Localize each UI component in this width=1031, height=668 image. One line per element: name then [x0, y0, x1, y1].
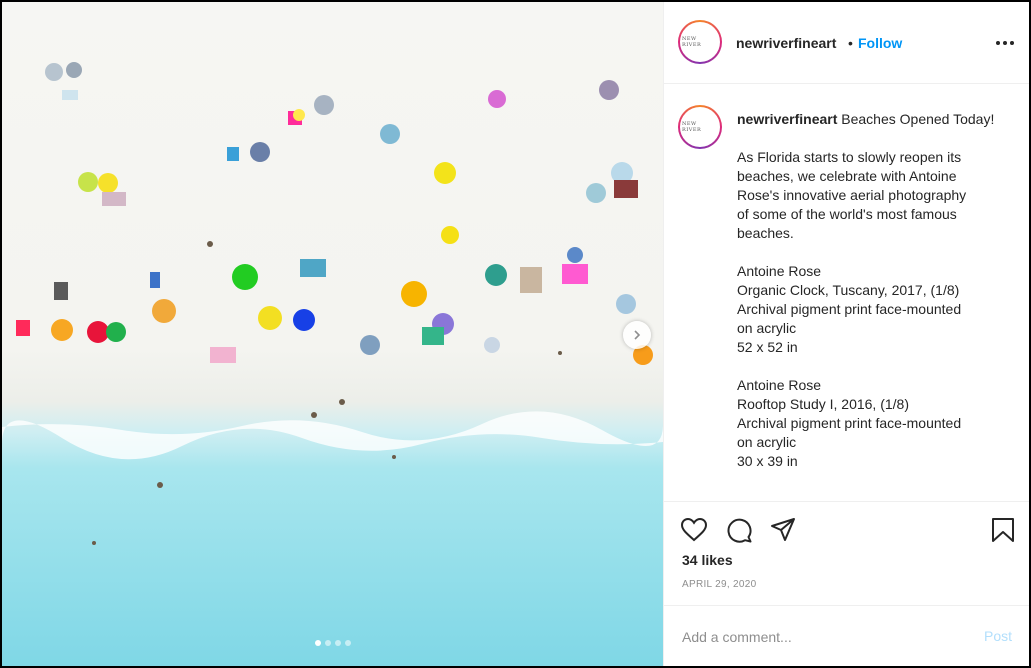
carousel-indicators	[2, 640, 663, 646]
artwork-title: Organic Clock, Tuscany, 2017, (1/8)	[737, 282, 960, 298]
post-comment-button[interactable]: Post	[984, 628, 1012, 644]
heart-icon[interactable]	[680, 516, 708, 544]
artwork-details-1: Antoine Rose Organic Clock, Tuscany, 201…	[737, 262, 999, 357]
post-date[interactable]: APRIL 29, 2020	[682, 579, 756, 590]
avatar-logo-text: NEW RIVER	[682, 36, 702, 48]
carousel-dot	[344, 640, 351, 646]
carousel-dot	[314, 640, 321, 646]
post-header: NEW RIVER newriverfineart • Follow	[664, 2, 1029, 84]
artwork-title: Rooftop Study I, 2016, (1/8)	[737, 396, 909, 412]
avatar[interactable]: NEW RIVER	[678, 20, 722, 64]
share-icon[interactable]	[769, 516, 797, 544]
artwork-medium: on acrylic	[737, 434, 797, 450]
artwork-size: 30 x 39 in	[737, 453, 798, 469]
post-sidebar: NEW RIVER newriverfineart • Follow NEW R…	[663, 2, 1029, 666]
artist-name: Antoine Rose	[737, 377, 822, 393]
bookmark-icon[interactable]	[989, 516, 1017, 544]
artist-name: Antoine Rose	[737, 263, 822, 279]
likes-count[interactable]: 34 likes	[682, 552, 733, 568]
next-slide-button[interactable]	[623, 321, 651, 349]
caption-title: Beaches Opened Today!	[841, 111, 995, 127]
caption-username[interactable]: newriverfineart	[737, 111, 837, 127]
separator-dot: •	[848, 35, 853, 51]
caption-line: beaches.	[737, 225, 794, 241]
carousel-dot	[334, 640, 341, 646]
artwork-details-2: Antoine Rose Rooftop Study I, 2016, (1/8…	[737, 376, 999, 471]
more-options-icon[interactable]	[994, 32, 1016, 54]
avatar-logo-text: NEW RIVER	[682, 121, 702, 133]
post-caption: newriverfineart Beaches Opened Today! As…	[737, 110, 999, 471]
post-actions: 34 likes APRIL 29, 2020	[664, 501, 1029, 605]
comment-bar: Post	[664, 605, 1029, 666]
caption-line: of some of the world's most famous	[737, 206, 957, 222]
comment-input[interactable]	[682, 626, 962, 648]
caption-avatar[interactable]: NEW RIVER	[678, 105, 722, 149]
author-username[interactable]: newriverfineart	[736, 35, 836, 51]
follow-button[interactable]: Follow	[858, 35, 902, 51]
caption-intro: As Florida starts to slowly reopen its b…	[737, 148, 999, 243]
caption-line: beaches, we celebrate with Antoine	[737, 168, 957, 184]
comment-icon[interactable]	[725, 516, 753, 544]
artwork-medium: Archival pigment print face-mounted	[737, 301, 962, 317]
caption-section: NEW RIVER newriverfineart Beaches Opened…	[664, 85, 1029, 500]
artwork-size: 52 x 52 in	[737, 339, 798, 355]
caption-line: Rose's innovative aerial photography	[737, 187, 967, 203]
chevron-right-icon	[634, 330, 641, 340]
post-photo[interactable]	[2, 2, 663, 666]
artwork-medium: on acrylic	[737, 320, 797, 336]
carousel-dot	[324, 640, 331, 646]
caption-line: As Florida starts to slowly reopen its	[737, 149, 962, 165]
post-window: NEW RIVER newriverfineart • Follow NEW R…	[0, 0, 1031, 668]
artwork-medium: Archival pigment print face-mounted	[737, 415, 962, 431]
beach-aerial-image	[2, 2, 663, 666]
